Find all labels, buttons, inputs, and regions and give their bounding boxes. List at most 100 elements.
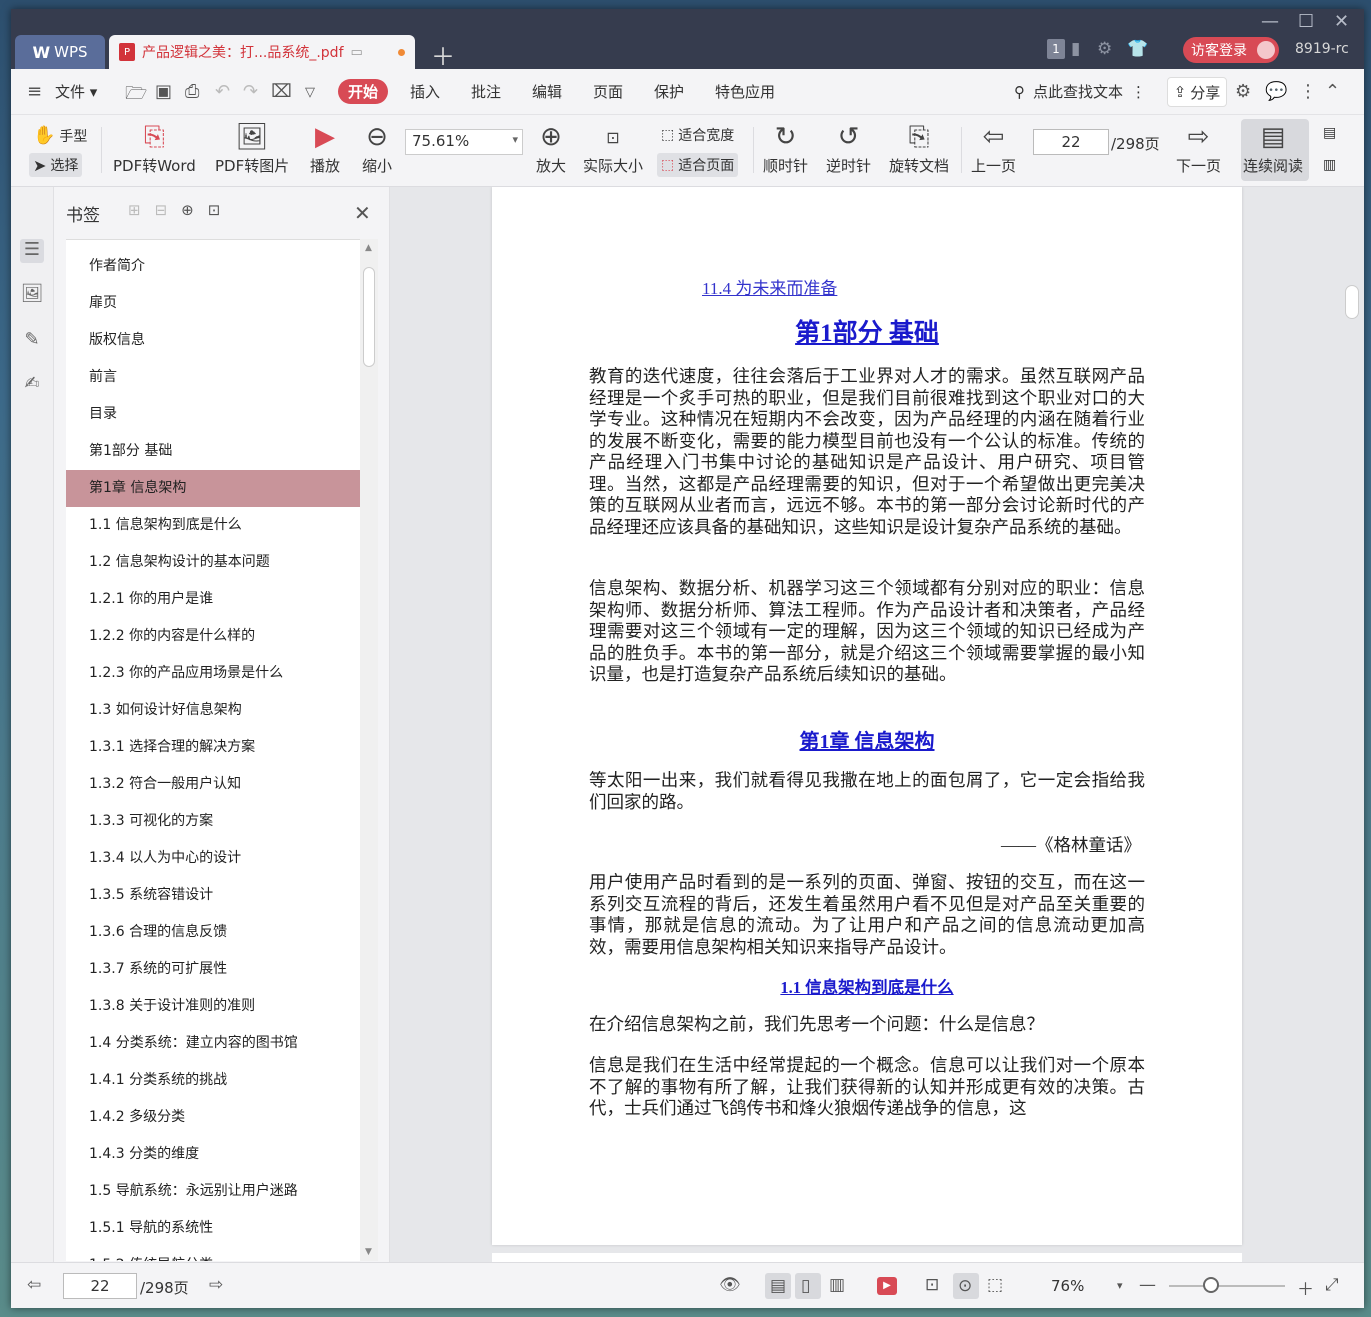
bookmark-item[interactable]: 1.2 信息架构设计的基本问题 xyxy=(66,544,360,581)
rotate-clockwise-button[interactable]: ↻ 顺时针 xyxy=(763,119,808,176)
guest-login-button[interactable]: 访客登录 xyxy=(1183,37,1279,63)
pdf-to-image-button[interactable]: 🖼 PDF转图片 xyxy=(215,119,289,176)
undo-icon[interactable]: ↶ xyxy=(215,81,230,102)
thumbnail-icon[interactable]: 🖼 xyxy=(20,283,44,307)
collapse-ribbon-icon[interactable]: ⌃ xyxy=(1325,81,1340,102)
bookmark-item[interactable]: 1.3.8 关于设计准则的准则 xyxy=(66,988,360,1025)
bookmark-scrollbar[interactable]: ▲ ▼ xyxy=(360,239,378,1261)
bookmark-item[interactable]: 1.2.2 你的内容是什么样的 xyxy=(66,618,360,655)
fit-page-button[interactable]: ⬚ 适合页面 xyxy=(657,153,739,177)
part-heading[interactable]: 第1部分 基础 xyxy=(492,313,1242,349)
bookmark-item[interactable]: 第1部分 基础 xyxy=(66,433,360,470)
bookmark-item[interactable]: 作者简介 xyxy=(66,248,360,285)
tab-annotate[interactable]: 批注 xyxy=(471,81,501,102)
annotation-icon[interactable]: ✎ xyxy=(20,329,44,353)
bookmark-item[interactable]: 前言 xyxy=(66,359,360,396)
tab-special-apps[interactable]: 特色应用 xyxy=(715,81,775,102)
open-folder-icon[interactable]: 🗁 xyxy=(125,81,147,111)
more-options-icon[interactable]: ⋮ xyxy=(1299,81,1317,102)
actual-size-status-icon[interactable]: ⊡ xyxy=(925,1275,939,1295)
rotate-document-button[interactable]: ⎘ 旋转文档 xyxy=(889,119,949,176)
tab-count-badge[interactable]: 1 xyxy=(1047,39,1065,59)
bookmark-item[interactable]: 1.4.1 分类系统的挑战 xyxy=(66,1062,360,1099)
previous-page-button[interactable]: ⇦ 上一页 xyxy=(971,119,1016,176)
two-page-icon[interactable]: ▥ xyxy=(829,1275,845,1295)
page-number-input[interactable]: 22 xyxy=(1033,129,1109,155)
bookmark-item[interactable]: 1.4.3 分类的维度 xyxy=(66,1136,360,1173)
add-bookmark-icon[interactable]: ⊕ xyxy=(181,201,194,219)
bookmark-item[interactable]: 扉页 xyxy=(66,285,360,322)
two-page-view-icon[interactable]: ▥ xyxy=(1319,155,1340,175)
document-tab[interactable]: P 产品逻辑之美：打...品系统_.pdf ▭ xyxy=(109,35,415,69)
bookmark-item[interactable]: 1.3.4 以人为中心的设计 xyxy=(66,840,360,877)
comment-icon[interactable]: 💬 xyxy=(1265,81,1287,102)
bookmark-item[interactable]: 1.3.1 选择合理的解决方案 xyxy=(66,729,360,766)
bookmark-item[interactable]: 目录 xyxy=(66,396,360,433)
bookmark-item[interactable]: 1.2.1 你的用户是谁 xyxy=(66,581,360,618)
wps-home-tab[interactable]: W WPS xyxy=(15,35,105,69)
expand-all-icon[interactable]: ⊞ xyxy=(128,201,141,219)
bookmark-item[interactable]: 1.2.3 你的产品应用场景是什么 xyxy=(66,655,360,692)
single-page-view-icon[interactable]: ▤ xyxy=(1319,123,1340,143)
bookmark-item[interactable]: 1.5.1 导航的系统性 xyxy=(66,1210,360,1247)
chapter-heading[interactable]: 第1章 信息架构 xyxy=(492,725,1242,754)
close-panel-icon[interactable]: ✕ xyxy=(354,201,371,225)
bookmark-options-icon[interactable]: ⊡ xyxy=(208,201,221,219)
bookmark-item[interactable]: 1.3.2 符合一般用户认知 xyxy=(66,766,360,803)
fullscreen-icon[interactable]: ⤢ xyxy=(1325,1275,1339,1295)
zoom-in-button[interactable]: ⊕ 放大 xyxy=(536,119,566,176)
minimize-icon[interactable]: — xyxy=(1261,11,1279,32)
window-list-icon[interactable]: ▮ xyxy=(1071,39,1080,59)
tab-page[interactable]: 页面 xyxy=(593,81,623,102)
share-button[interactable]: ⇪ 分享 xyxy=(1167,77,1227,107)
bookmark-item[interactable]: 1.3.7 系统的可扩展性 xyxy=(66,951,360,988)
export-image-icon[interactable]: ⌧ xyxy=(271,81,292,102)
actual-size-button[interactable]: ⊡ 实际大小 xyxy=(583,119,643,176)
bookmark-item[interactable]: 1.5.2 传统导航分类 xyxy=(66,1247,360,1261)
new-tab-plus-icon[interactable]: ＋ xyxy=(431,37,455,72)
signature-icon[interactable]: ✍ xyxy=(20,373,44,397)
zoom-slider[interactable] xyxy=(1169,1277,1285,1293)
zoom-level-select[interactable]: 75.61% xyxy=(405,129,523,155)
skin-shirt-icon[interactable]: 👕 xyxy=(1127,39,1148,59)
fit-width-status-icon[interactable]: ⬚ xyxy=(987,1275,1003,1295)
zoom-out-button[interactable]: ⊖ 缩小 xyxy=(362,119,392,176)
bookmark-item[interactable]: 1.5 导航系统：永远别让用户迷路 xyxy=(66,1173,360,1210)
pdf-to-word-button[interactable]: ⎘ PDF转Word xyxy=(113,119,196,176)
more-vertical-icon[interactable]: ⋮ xyxy=(1131,83,1146,101)
redo-icon[interactable]: ↷ xyxy=(243,81,258,102)
bookmark-item[interactable]: 1.3.6 合理的信息反馈 xyxy=(66,914,360,951)
hand-tool[interactable]: ✋ 手型 xyxy=(29,123,91,148)
status-page-input[interactable]: 22 xyxy=(63,1273,137,1299)
collapse-all-icon[interactable]: ⊟ xyxy=(155,201,168,219)
next-page-arrow-icon[interactable]: ⇨ xyxy=(209,1275,223,1295)
bookmark-item[interactable]: 1.4.2 多级分类 xyxy=(66,1099,360,1136)
toc-link[interactable]: 11.4 为未来而准备 xyxy=(702,274,837,299)
next-page-button[interactable]: ⇨ 下一页 xyxy=(1176,119,1221,176)
bookmark-list-icon[interactable]: ☰ xyxy=(20,239,44,263)
play-slideshow-icon[interactable]: ▶ xyxy=(877,1277,897,1295)
scrollbar-thumb[interactable] xyxy=(363,267,375,367)
play-button[interactable]: ▶ 播放 xyxy=(310,119,340,176)
document-scrollbar-thumb[interactable] xyxy=(1345,285,1359,319)
zoom-minus-icon[interactable]: — xyxy=(1139,1275,1156,1295)
print-icon[interactable]: ⎙ xyxy=(185,81,199,102)
section-heading[interactable]: 1.1 信息架构到底是什么 xyxy=(492,974,1242,998)
hamburger-menu-icon[interactable]: ≡ xyxy=(27,81,42,102)
fit-width-button[interactable]: ⬚ 适合宽度 xyxy=(657,123,738,147)
select-tool[interactable]: ➤ 选择 xyxy=(29,153,83,177)
zoom-percent-label[interactable]: 76% xyxy=(1051,1277,1084,1295)
rotate-counterclockwise-button[interactable]: ↺ 逆时针 xyxy=(826,119,871,176)
scroll-down-icon[interactable]: ▼ xyxy=(365,1247,372,1257)
sync-icon[interactable]: ⚙ xyxy=(1097,39,1112,59)
save-icon[interactable]: ▣ xyxy=(155,81,172,102)
settings-gear-icon[interactable]: ⚙ xyxy=(1235,81,1251,102)
prev-page-arrow-icon[interactable]: ⇦ xyxy=(27,1275,41,1295)
maximize-icon[interactable]: ☐ xyxy=(1298,11,1314,32)
eye-protection-icon[interactable]: 👁 xyxy=(719,1275,741,1295)
document-view[interactable]: 11.4 为未来而准备 第1部分 基础 教育的迭代速度，往往会落后于工业界对人才… xyxy=(390,187,1364,1262)
continuous-read-button[interactable]: ▤ 连续阅读 xyxy=(1241,119,1309,181)
tab-protect[interactable]: 保护 xyxy=(654,81,684,102)
bookmark-item[interactable]: 1.3.3 可视化的方案 xyxy=(66,803,360,840)
more-quick-access-icon[interactable]: ▽ xyxy=(305,85,315,100)
